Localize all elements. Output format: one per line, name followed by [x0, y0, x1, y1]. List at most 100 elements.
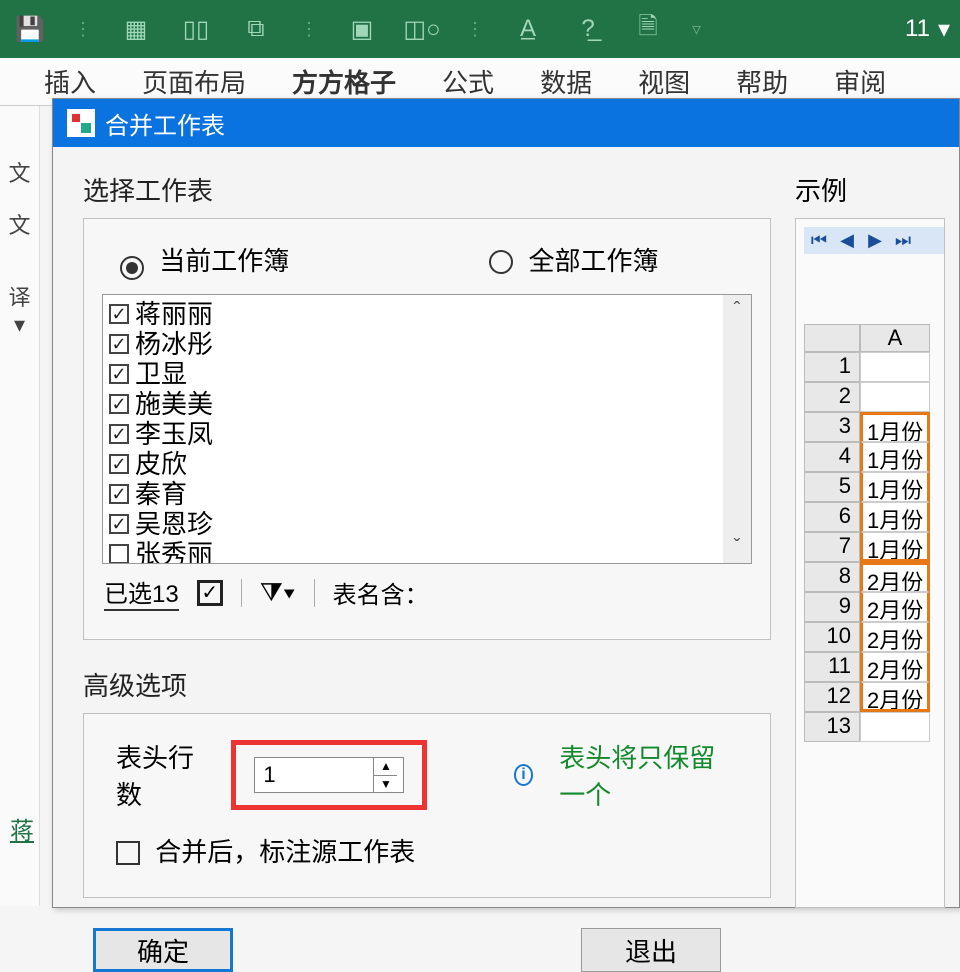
row-header[interactable]: 2: [804, 382, 860, 412]
nav-next-icon[interactable]: ▶: [864, 230, 886, 251]
checkbox-icon[interactable]: [109, 334, 129, 354]
font-size-value[interactable]: 11: [905, 15, 930, 43]
chart-icon[interactable]: ▯▯: [176, 9, 216, 49]
table-icon[interactable]: ▦: [116, 9, 156, 49]
menu-view[interactable]: 视图: [638, 63, 690, 100]
mark-source-checkbox[interactable]: 合并后，标注源工作表: [116, 832, 415, 869]
corner-cell[interactable]: [804, 324, 860, 352]
highlight-box: ▲ ▼: [231, 740, 427, 810]
nav-prev-icon[interactable]: ◀: [836, 230, 858, 251]
row-header[interactable]: 1: [804, 352, 860, 382]
row-header[interactable]: 3: [804, 412, 860, 442]
left-panel: 文 文 译 ▾ 蒋: [0, 106, 40, 906]
checkbox-icon[interactable]: [109, 484, 129, 504]
cell[interactable]: 1月份: [860, 532, 930, 562]
menu-insert[interactable]: 插入: [44, 63, 96, 100]
menu-ffgz[interactable]: 方方格子: [292, 63, 396, 100]
menu-review[interactable]: 审阅: [834, 63, 886, 100]
sheet-nav[interactable]: ⏮ ◀ ▶ ⏭: [804, 227, 944, 254]
cell[interactable]: 2月份: [860, 682, 930, 712]
checkbox-icon[interactable]: [109, 394, 129, 414]
nav-first-icon[interactable]: ⏮: [808, 230, 830, 251]
row-header[interactable]: 6: [804, 502, 860, 532]
left-char: 文: [0, 156, 39, 188]
left-char[interactable]: 译 ▾: [0, 280, 39, 338]
spinner-down-icon[interactable]: ▼: [374, 776, 397, 793]
pivot-icon[interactable]: ⧉: [236, 9, 276, 49]
list-item: 吴恩珍: [109, 509, 721, 539]
cell[interactable]: 1月份: [860, 442, 930, 472]
ok-button[interactable]: 确定: [93, 928, 233, 972]
example-sheet: A 1 2 31月份 41月份 51月份 61月份 71月份 82月份 92月份…: [804, 324, 944, 742]
checkbox-icon[interactable]: [109, 424, 129, 444]
separator-icon: ⋮: [296, 19, 322, 40]
filter-icon[interactable]: ⧩▾: [260, 577, 296, 609]
row-header[interactable]: 9: [804, 592, 860, 622]
sheet-tab[interactable]: 蒋: [10, 811, 34, 846]
scrollbar[interactable]: ˆ ˇ: [723, 295, 751, 563]
shape-icon[interactable]: ◫○: [402, 9, 442, 49]
column-header[interactable]: A: [860, 324, 930, 352]
checkbox-icon[interactable]: [109, 544, 129, 563]
checkbox-icon[interactable]: [109, 514, 129, 534]
app-icon: [67, 109, 95, 137]
cell[interactable]: 1月份: [860, 502, 930, 532]
tabname-label: 表名含：: [333, 575, 429, 610]
cell[interactable]: 2月份: [860, 592, 930, 622]
help-icon[interactable]: ?̲: [568, 9, 608, 49]
list-item: 卫显: [109, 359, 721, 389]
radio-all-workbooks[interactable]: 全部工作簿: [489, 241, 658, 280]
cell[interactable]: 2月份: [860, 652, 930, 682]
cell[interactable]: 2月份: [860, 622, 930, 652]
left-char: 文: [0, 208, 39, 240]
overflow-icon[interactable]: ▿: [688, 19, 705, 40]
list-item: 李玉凤: [109, 419, 721, 449]
sheet-listbox[interactable]: 蒋丽丽 杨冰彤 卫显 施美美 李玉凤 皮欣 秦育 吴恩珍 张秀丽 ˆ ˇ: [102, 294, 752, 564]
chevron-up-icon[interactable]: ˆ: [734, 299, 741, 322]
select-all-icon[interactable]: [197, 580, 223, 606]
cell[interactable]: [860, 382, 930, 412]
cell[interactable]: [860, 352, 930, 382]
row-header[interactable]: 8: [804, 562, 860, 592]
row-header[interactable]: 10: [804, 622, 860, 652]
tabname-input[interactable]: [447, 578, 607, 608]
page-icon[interactable]: 🗎: [628, 9, 668, 49]
menu-formula[interactable]: 公式: [442, 63, 494, 100]
row-header[interactable]: 7: [804, 532, 860, 562]
row-header[interactable]: 4: [804, 442, 860, 472]
separator-icon: ⋮: [462, 19, 488, 40]
header-rows-spinner[interactable]: ▲ ▼: [254, 757, 404, 793]
example-panel: ⏮ ◀ ▶ ⏭ A 1 2 31月份 41月份 51月份 61月份 7: [795, 218, 945, 908]
example-label: 示例: [795, 171, 945, 208]
cancel-button[interactable]: 退出: [581, 928, 721, 972]
menu-data[interactable]: 数据: [540, 63, 592, 100]
select-sheet-label: 选择工作表: [83, 171, 771, 208]
nav-last-icon[interactable]: ⏭: [892, 230, 914, 251]
cell[interactable]: [860, 712, 930, 742]
row-header[interactable]: 11: [804, 652, 860, 682]
chevron-down-icon[interactable]: ▾: [938, 15, 950, 44]
dialog-title-text: 合并工作表: [105, 106, 225, 141]
row-header[interactable]: 12: [804, 682, 860, 712]
spinner-up-icon[interactable]: ▲: [374, 758, 397, 776]
cell[interactable]: 1月份: [860, 412, 930, 442]
row-header[interactable]: 5: [804, 472, 860, 502]
textbox-icon[interactable]: A̲: [508, 9, 548, 49]
checkbox-icon[interactable]: [109, 454, 129, 474]
radio-current-workbook[interactable]: 当前工作簿: [120, 241, 289, 280]
cell[interactable]: 1月份: [860, 472, 930, 502]
save-icon[interactable]: 💾: [10, 9, 50, 49]
menu-help[interactable]: 帮助: [736, 63, 788, 100]
advanced-label: 高级选项: [83, 666, 771, 703]
menu-layout[interactable]: 页面布局: [142, 63, 246, 100]
cell[interactable]: 2月份: [860, 562, 930, 592]
separator-icon: [241, 579, 242, 607]
selected-count[interactable]: 已选13: [104, 574, 179, 611]
checkbox-icon[interactable]: [109, 364, 129, 384]
header-rows-input[interactable]: [255, 758, 373, 792]
chevron-down-icon[interactable]: ˇ: [734, 536, 741, 559]
row-header[interactable]: 13: [804, 712, 860, 742]
radio-icon: [120, 256, 144, 280]
window-icon[interactable]: ▣: [342, 9, 382, 49]
checkbox-icon[interactable]: [109, 304, 129, 324]
